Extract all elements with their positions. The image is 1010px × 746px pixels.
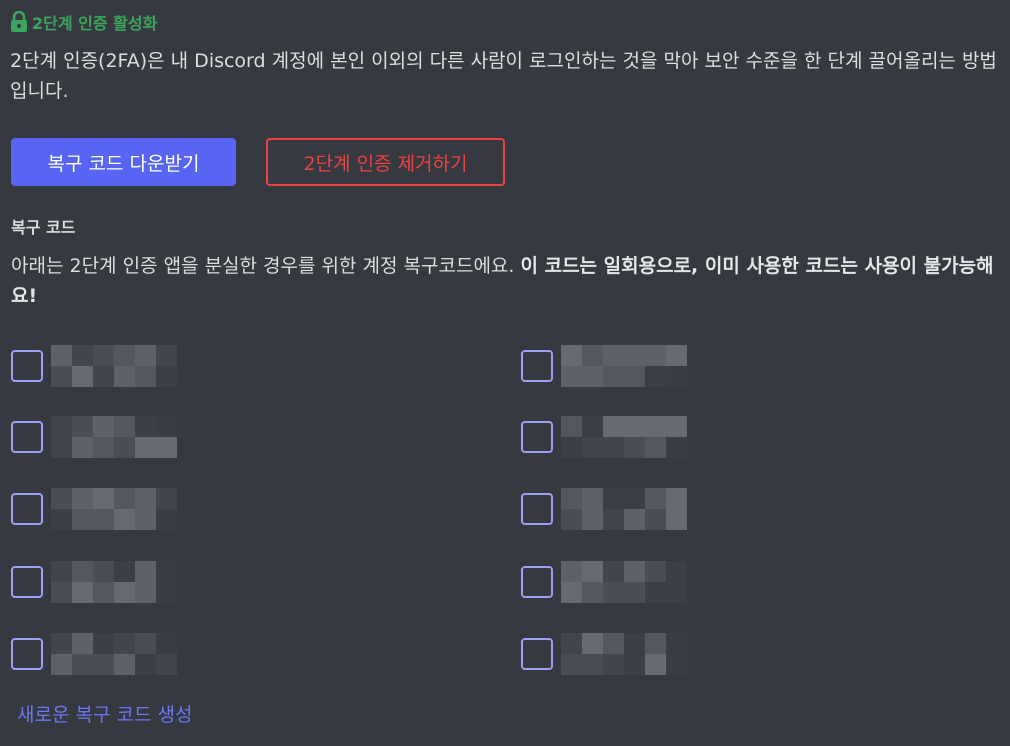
twofa-description: 2단계 인증(2FA)은 내 Discord 계정에 본인 이외의 다른 사람이… xyxy=(10,50,997,102)
code-used-checkbox[interactable] xyxy=(521,350,553,382)
backup-code-item xyxy=(521,488,687,530)
blurred-code xyxy=(561,633,687,675)
backup-code-item xyxy=(11,488,177,530)
remove-2fa-button[interactable]: 2단계 인증 제거하기 xyxy=(266,138,505,186)
backup-code-item xyxy=(521,633,687,675)
backup-code-item xyxy=(521,416,687,458)
generate-new-codes-link[interactable]: 새로운 복구 코드 생성 xyxy=(17,700,192,727)
blurred-code xyxy=(51,345,177,387)
code-used-checkbox[interactable] xyxy=(521,638,553,670)
backup-code-item xyxy=(11,345,177,387)
backup-code-item xyxy=(521,345,687,387)
code-used-checkbox[interactable] xyxy=(11,566,43,598)
blurred-code xyxy=(561,345,687,387)
backup-code-item xyxy=(11,561,177,603)
blurred-code xyxy=(561,416,687,458)
code-used-checkbox[interactable] xyxy=(11,493,43,525)
blurred-code xyxy=(561,488,687,530)
blurred-code xyxy=(561,561,687,603)
backup-codes-title: 복구 코드 xyxy=(11,218,76,237)
backup-code-item xyxy=(11,416,177,458)
header: 2단계 인증 활성화 xyxy=(10,10,157,34)
backup-code-item xyxy=(521,561,687,603)
code-used-checkbox[interactable] xyxy=(11,350,43,382)
page-title: 2단계 인증 활성화 xyxy=(32,14,158,33)
blurred-code xyxy=(51,561,177,603)
code-used-checkbox[interactable] xyxy=(521,493,553,525)
code-used-checkbox[interactable] xyxy=(521,566,553,598)
code-used-checkbox[interactable] xyxy=(11,638,43,670)
backup-desc-plain: 아래는 2단계 인증 앱을 분실한 경우를 위한 계정 복구코드에요. xyxy=(11,255,521,277)
backup-code-item xyxy=(11,633,177,675)
code-used-checkbox[interactable] xyxy=(11,421,43,453)
backup-codes-description: 아래는 2단계 인증 앱을 분실한 경우를 위한 계정 복구코드에요. 이 코드… xyxy=(11,251,996,311)
download-backup-codes-button[interactable]: 복구 코드 다운받기 xyxy=(11,138,236,186)
lock-icon xyxy=(10,10,28,33)
blurred-code xyxy=(51,488,177,530)
blurred-code xyxy=(51,633,177,675)
code-used-checkbox[interactable] xyxy=(521,421,553,453)
blurred-code xyxy=(51,416,177,458)
